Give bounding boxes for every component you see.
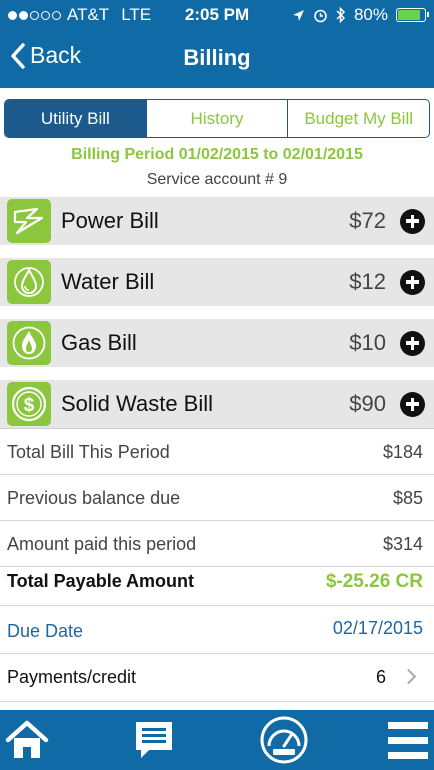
total-bill-row: Total Bill This Period $184: [0, 429, 434, 475]
status-bar: AT&T LTE 2:05 PM 80%: [0, 0, 434, 30]
alarm-clock-icon: [314, 9, 327, 22]
battery-icon: [396, 8, 429, 22]
page-title: Billing: [183, 45, 251, 70]
bill-amount: $12: [349, 269, 386, 294]
payments-credit-label: Payments/credit: [7, 667, 137, 687]
total-payable-label: Total Payable Amount: [7, 571, 195, 591]
menu-icon[interactable]: [386, 716, 430, 764]
expand-plus-icon[interactable]: [400, 269, 425, 295]
gauge-meter-icon[interactable]: [258, 716, 310, 764]
due-date-value: 02/17/2015: [332, 618, 423, 638]
bill-amount: $10: [349, 330, 386, 355]
amount-paid-value: $314: [382, 534, 423, 554]
flame-icon: [7, 321, 51, 365]
total-bill-value: $184: [382, 442, 423, 462]
battery-percent: 80%: [353, 5, 388, 24]
gas-bill-row[interactable]: Gas Bill $10: [0, 319, 434, 367]
previous-balance-row: Previous balance due $85: [0, 475, 434, 521]
svg-text:$: $: [24, 395, 35, 416]
due-date-label: Due Date: [7, 621, 84, 641]
service-account: Service account # 9: [146, 171, 288, 188]
previous-balance-value: $85: [392, 488, 423, 508]
bill-label: Solid Waste Bill: [61, 391, 214, 416]
expand-plus-icon[interactable]: [400, 208, 425, 234]
location-arrow-icon: [292, 9, 304, 21]
message-icon[interactable]: [132, 716, 176, 764]
payments-credit-row[interactable]: Payments/credit 6: [0, 654, 434, 702]
tab-history[interactable]: History: [145, 100, 288, 137]
bill-summary: Total Bill This Period $184 Previous bal…: [0, 428, 434, 702]
chevron-right-icon: [400, 668, 417, 685]
water-bill-row[interactable]: Water Bill $12: [0, 258, 434, 306]
billing-period: Billing Period 01/02/2015 to 02/01/2015: [71, 146, 363, 163]
previous-balance-label: Previous balance due: [7, 488, 181, 508]
amount-paid-row: Amount paid this period $314: [0, 521, 434, 567]
total-bill-label: Total Bill This Period: [7, 442, 170, 462]
home-icon[interactable]: [4, 716, 50, 764]
total-payable-row: Total Payable Amount $-25.26 CR: [0, 567, 434, 606]
tab-utility-bill[interactable]: Utility Bill: [5, 100, 146, 137]
total-payable-value: $-25.26 CR: [325, 571, 423, 592]
payments-credit-count: 6: [375, 667, 386, 687]
dollar-coin-icon: $: [7, 382, 51, 426]
power-bill-row[interactable]: Power Bill $72: [0, 197, 434, 245]
bottom-tab-bar: [0, 710, 434, 770]
bill-amount: $72: [349, 208, 386, 233]
navigation-bar: Back Billing: [0, 30, 434, 88]
expand-plus-icon[interactable]: [400, 391, 425, 417]
bill-label: Water Bill: [61, 269, 155, 294]
billing-tabs: Utility Bill History Budget My Bill: [4, 99, 430, 138]
water-drop-icon: [7, 260, 51, 304]
bill-label: Power Bill: [61, 208, 159, 233]
lightning-icon: [7, 199, 51, 243]
bill-label: Gas Bill: [61, 330, 137, 355]
due-date-row: Due Date 02/17/2015: [0, 606, 434, 654]
amount-paid-label: Amount paid this period: [7, 534, 197, 554]
tab-budget-my-bill[interactable]: Budget My Bill: [287, 100, 429, 137]
expand-plus-icon[interactable]: [400, 330, 425, 356]
bill-amount: $90: [349, 391, 386, 416]
solid-waste-bill-row[interactable]: $ Solid Waste Bill $90: [0, 380, 434, 428]
bluetooth-icon: [336, 7, 346, 23]
